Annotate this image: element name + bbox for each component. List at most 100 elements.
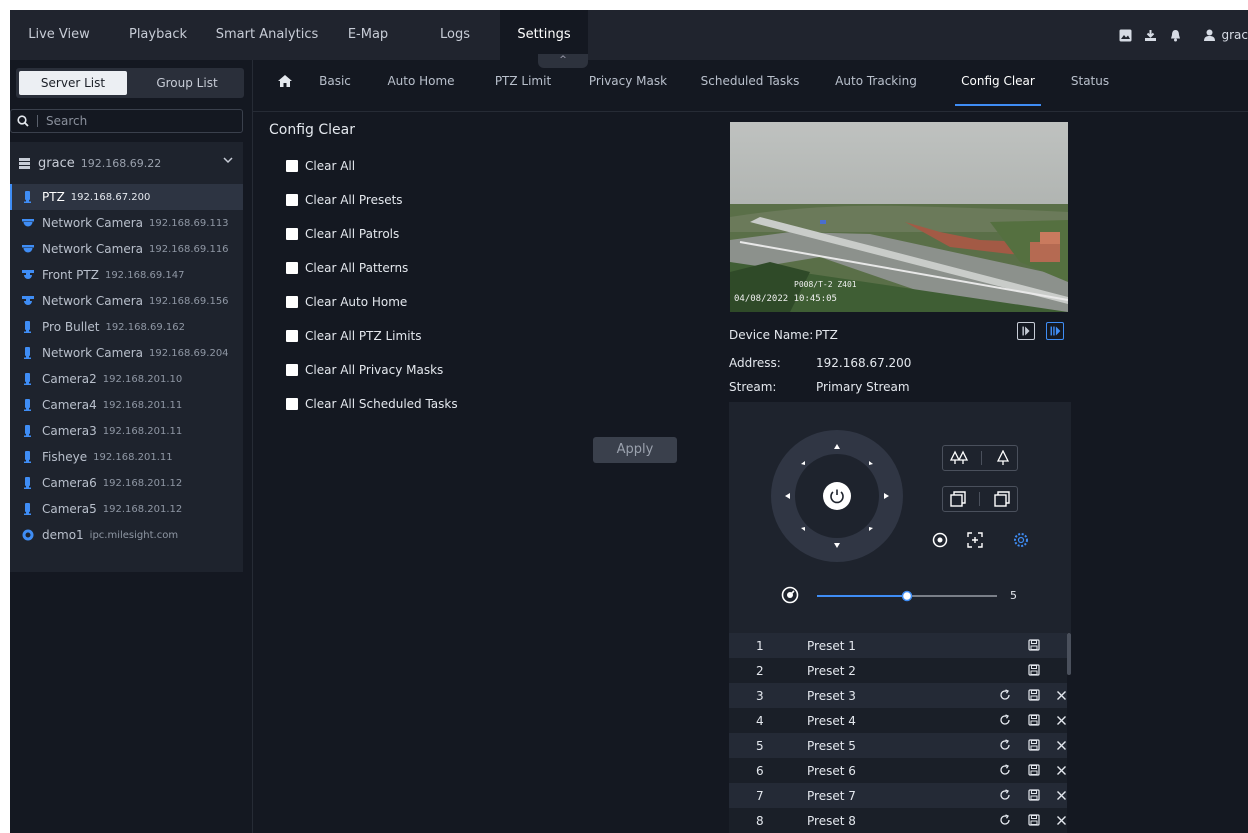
save-preset-icon[interactable]	[1028, 764, 1040, 776]
subtab-privacy-mask[interactable]: Privacy Mask	[582, 60, 674, 112]
checkbox[interactable]	[286, 262, 298, 274]
arrow-up-left-icon[interactable]	[801, 461, 805, 465]
auto-focus-icon[interactable]	[1013, 532, 1029, 548]
device-item[interactable]: Camera5 192.168.201.12	[10, 496, 243, 522]
save-preset-icon[interactable]	[1028, 664, 1040, 676]
clear-option[interactable]: Clear All Scheduled Tasks	[286, 395, 458, 413]
focus-far-icon[interactable]	[994, 491, 1010, 507]
3d-position-icon[interactable]	[967, 532, 983, 548]
device-item[interactable]: Fisheye 192.168.201.11	[10, 444, 243, 470]
checkbox[interactable]	[286, 330, 298, 342]
video-preview[interactable]: P008/T-2 Z401 04/08/2022 10:45:05	[730, 122, 1068, 312]
preset-scrollbar[interactable]	[1067, 633, 1071, 675]
checkbox[interactable]	[286, 398, 298, 410]
preset-row[interactable]: 7 Preset 7	[729, 783, 1067, 808]
clear-option[interactable]: Clear Auto Home	[286, 293, 407, 311]
call-preset-icon[interactable]	[999, 739, 1011, 751]
main-stream-icon[interactable]	[1017, 322, 1035, 340]
save-preset-icon[interactable]	[1028, 689, 1040, 701]
subtab-auto-tracking[interactable]: Auto Tracking	[826, 60, 926, 112]
call-preset-icon[interactable]	[999, 689, 1011, 701]
image-icon[interactable]	[1119, 29, 1132, 42]
delete-preset-icon[interactable]	[1056, 740, 1067, 751]
call-preset-icon[interactable]	[999, 814, 1011, 826]
device-item[interactable]: Network Camera 192.168.69.204	[10, 340, 243, 366]
arrow-up-right-icon[interactable]	[869, 461, 873, 465]
device-item[interactable]: demo1 ipc.milesight.com	[10, 522, 243, 548]
chevron-down-icon[interactable]	[223, 156, 233, 164]
arrow-down-icon[interactable]	[834, 543, 840, 548]
call-preset-icon[interactable]	[999, 714, 1011, 726]
zoom-in-icon[interactable]	[996, 450, 1010, 466]
call-preset-icon[interactable]	[999, 789, 1011, 801]
preset-row[interactable]: 2 Preset 2	[729, 658, 1067, 683]
device-item[interactable]: Camera3 192.168.201.11	[10, 418, 243, 444]
tab-live-view[interactable]: Live View	[10, 10, 108, 60]
tab-smart-analytics[interactable]: Smart Analytics	[208, 10, 326, 60]
tab-playback[interactable]: Playback	[108, 10, 208, 60]
preset-row[interactable]: 8 Preset 8	[729, 808, 1067, 833]
tab-settings[interactable]: Settings	[500, 10, 588, 60]
preset-row[interactable]: 4 Preset 4	[729, 708, 1067, 733]
collapse-toggle[interactable]: ^	[538, 54, 588, 68]
preset-row[interactable]: 3 Preset 3	[729, 683, 1067, 708]
checkbox[interactable]	[286, 364, 298, 376]
device-item[interactable]: Network Camera 192.168.69.113	[10, 210, 243, 236]
subtab-basic[interactable]: Basic	[305, 60, 365, 112]
save-preset-icon[interactable]	[1028, 789, 1040, 801]
device-item[interactable]: Camera4 192.168.201.11	[10, 392, 243, 418]
delete-preset-icon[interactable]	[1056, 690, 1067, 701]
save-preset-icon[interactable]	[1028, 639, 1040, 651]
tab-group-list[interactable]: Group List	[133, 71, 241, 95]
delete-preset-icon[interactable]	[1056, 815, 1067, 826]
preset-row[interactable]: 5 Preset 5	[729, 733, 1067, 758]
bell-icon[interactable]	[1169, 29, 1182, 42]
clear-option[interactable]: Clear All Patrols	[286, 225, 399, 243]
device-item[interactable]: Front PTZ 192.168.69.147	[10, 262, 243, 288]
home-icon[interactable]	[277, 74, 293, 88]
device-item[interactable]: Network Camera 192.168.69.116	[10, 236, 243, 262]
slider-thumb[interactable]	[901, 590, 913, 602]
save-preset-icon[interactable]	[1028, 714, 1040, 726]
arrow-down-left-icon[interactable]	[801, 527, 805, 531]
device-item[interactable]: Network Camera 192.168.69.156	[10, 288, 243, 314]
user-menu[interactable]: grac	[1204, 28, 1248, 42]
preset-row[interactable]: 6 Preset 6	[729, 758, 1067, 783]
device-item[interactable]: Camera2 192.168.201.10	[10, 366, 243, 392]
device-item[interactable]: PTZ 192.168.67.200	[10, 184, 243, 210]
device-item[interactable]: Camera6 192.168.201.12	[10, 470, 243, 496]
preset-row[interactable]: 1 Preset 1	[729, 633, 1067, 658]
checkbox[interactable]	[286, 160, 298, 172]
delete-preset-icon[interactable]	[1056, 765, 1067, 776]
subtab-scheduled-tasks[interactable]: Scheduled Tasks	[695, 60, 805, 112]
subtab-auto-home[interactable]: Auto Home	[381, 60, 461, 112]
checkbox[interactable]	[286, 194, 298, 206]
delete-preset-icon[interactable]	[1056, 790, 1067, 801]
apply-button[interactable]: Apply	[593, 437, 677, 463]
tab-server-list[interactable]: Server List	[19, 71, 127, 95]
tab-logs[interactable]: Logs	[410, 10, 500, 60]
arrow-left-icon[interactable]	[785, 493, 790, 499]
clear-option[interactable]: Clear All	[286, 157, 355, 175]
zoom-out-icon[interactable]	[949, 450, 968, 466]
server-node[interactable]: grace 192.168.69.22	[10, 142, 243, 184]
iris-icon[interactable]	[932, 532, 948, 548]
delete-preset-icon[interactable]	[1056, 715, 1067, 726]
clear-option[interactable]: Clear All PTZ Limits	[286, 327, 422, 345]
clear-option[interactable]: Clear All Presets	[286, 191, 403, 209]
sub-stream-icon[interactable]	[1046, 322, 1064, 340]
device-item[interactable]: Pro Bullet 192.168.69.162	[10, 314, 243, 340]
ptz-center-button[interactable]	[823, 482, 851, 510]
subtab-status[interactable]: Status	[1065, 60, 1115, 112]
speed-slider[interactable]	[817, 589, 1007, 603]
save-preset-icon[interactable]	[1028, 814, 1040, 826]
search-input[interactable]	[46, 114, 236, 128]
clear-option[interactable]: Clear All Patterns	[286, 259, 408, 277]
arrow-down-right-icon[interactable]	[869, 527, 873, 531]
arrow-right-icon[interactable]	[884, 493, 889, 499]
arrow-up-icon[interactable]	[834, 444, 840, 449]
save-preset-icon[interactable]	[1028, 739, 1040, 751]
download-icon[interactable]	[1144, 29, 1157, 42]
subtab-config-clear[interactable]: Config Clear	[955, 60, 1041, 112]
clear-option[interactable]: Clear All Privacy Masks	[286, 361, 443, 379]
